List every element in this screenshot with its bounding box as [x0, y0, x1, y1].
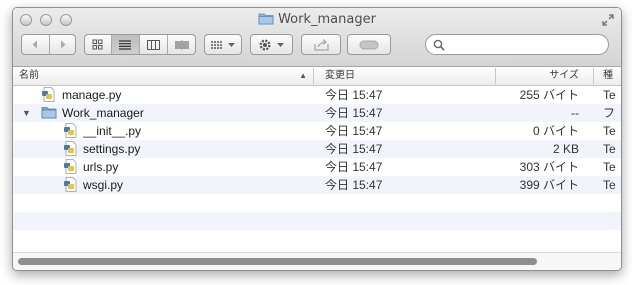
folder-icon [258, 13, 274, 25]
grid-arrange-icon [210, 40, 223, 49]
column-view-icon [146, 39, 160, 50]
file-size: 2 KB [552, 142, 579, 156]
disclosure-triangle-icon[interactable]: ▼ [22, 104, 31, 122]
file-name: Work_manager [62, 106, 144, 120]
file-name: wsgi.py [83, 178, 124, 192]
column-divider[interactable] [495, 68, 496, 84]
file-name: manage.py [62, 88, 122, 102]
icon-view-button[interactable] [84, 35, 112, 54]
file-size: 255 バイト [519, 88, 579, 102]
horizontal-scrollbar[interactable] [13, 252, 621, 270]
coverflow-view-button[interactable] [168, 35, 197, 54]
empty-row [13, 212, 621, 230]
coverflow-icon [175, 40, 189, 49]
file-size: -- [571, 106, 579, 120]
file-row[interactable]: __init__.py 今日 15:47 0 バイト Te [13, 122, 621, 140]
python-file-icon [64, 177, 77, 192]
folder-icon [41, 107, 57, 119]
tags-button[interactable] [347, 34, 391, 55]
forward-button[interactable] [50, 35, 76, 54]
python-file-icon [64, 123, 77, 138]
chevron-down-icon [227, 42, 235, 47]
file-row[interactable]: manage.py 今日 15:47 255 バイト Te [13, 86, 621, 104]
kind-header-label: 種類 [603, 70, 613, 81]
file-row[interactable]: urls.py 今日 15:47 303 バイト Te [13, 158, 621, 176]
file-date: 今日 15:47 [325, 124, 383, 138]
back-button[interactable] [22, 35, 50, 54]
file-name: settings.py [83, 142, 141, 156]
column-view-button[interactable] [140, 35, 168, 54]
empty-row [13, 194, 621, 212]
file-kind: フ [603, 106, 616, 120]
icon-view-icon [92, 39, 102, 50]
file-kind: Te [603, 142, 616, 156]
share-icon [313, 38, 329, 51]
chevron-right-icon [60, 40, 65, 49]
file-row[interactable]: ▼ Work_manager 今日 15:47 -- フ [13, 104, 621, 122]
arrange-button[interactable] [204, 34, 242, 55]
python-file-icon [64, 141, 77, 156]
search-input[interactable] [448, 37, 598, 52]
file-row[interactable]: wsgi.py 今日 15:47 399 バイト Te [13, 176, 621, 194]
size-column-header[interactable]: サイズ [497, 67, 579, 85]
list-view-icon [119, 39, 131, 50]
share-button[interactable] [301, 34, 341, 55]
view-switcher [84, 34, 196, 55]
file-date: 今日 15:47 [325, 160, 383, 174]
titlebar: Work_manager [13, 8, 621, 67]
chevron-left-icon [32, 40, 37, 49]
file-list: manage.py 今日 15:47 255 バイト Te ▼ Work_manager 今… [13, 86, 621, 252]
file-date: 今日 15:47 [325, 106, 383, 120]
chevron-down-icon [277, 42, 284, 47]
name-header-label: 名前 [19, 70, 39, 81]
file-size: 0 バイト [532, 124, 579, 138]
python-file-icon [42, 87, 55, 102]
python-file-icon [64, 159, 77, 174]
scrollbar-thumb[interactable] [18, 258, 537, 265]
sort-ascending-icon: ▲ [299, 71, 307, 80]
file-size: 399 バイト [519, 178, 579, 192]
column-headers: 名前 ▲ 変更日 サイズ 種類 [13, 67, 621, 86]
size-header-label: サイズ [549, 70, 579, 81]
action-button[interactable] [250, 34, 293, 55]
gear-icon [259, 38, 271, 51]
kind-column-header[interactable]: 種類 [603, 67, 621, 85]
file-kind: Te [603, 124, 616, 138]
column-divider[interactable] [593, 68, 594, 84]
file-name: __init__.py [83, 124, 142, 138]
file-date: 今日 15:47 [325, 142, 383, 156]
window-title-text: Work_manager [278, 12, 376, 27]
back-forward-control [21, 34, 76, 55]
file-name: urls.py [83, 160, 119, 174]
file-kind: Te [603, 178, 616, 192]
list-view-button[interactable] [111, 35, 140, 54]
search-icon [433, 39, 445, 51]
file-date: 今日 15:47 [325, 88, 383, 102]
column-divider[interactable] [313, 68, 314, 84]
search-field[interactable] [425, 34, 609, 55]
name-column-header[interactable]: 名前 ▲ [19, 67, 309, 85]
window-title: Work_manager [13, 12, 621, 27]
file-kind: Te [603, 160, 616, 174]
finder-window: Work_manager 名前 ▲ 変更日 サイズ 種 manage.py 今日… [12, 7, 622, 271]
file-row[interactable]: settings.py 今日 15:47 2 KB Te [13, 140, 621, 158]
file-size: 303 バイト [519, 160, 579, 174]
date-header-label: 変更日 [325, 70, 355, 81]
file-kind: Te [603, 88, 616, 102]
tag-icon [359, 40, 379, 49]
empty-row [13, 230, 621, 248]
fullscreen-icon[interactable] [601, 13, 615, 27]
date-column-header[interactable]: 変更日 [325, 67, 493, 85]
file-date: 今日 15:47 [325, 178, 383, 192]
